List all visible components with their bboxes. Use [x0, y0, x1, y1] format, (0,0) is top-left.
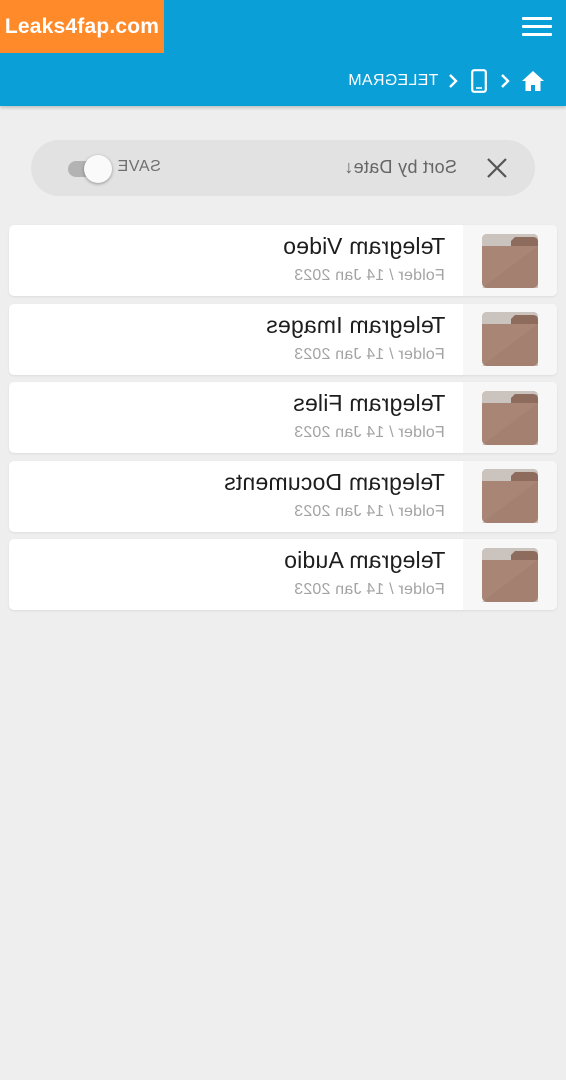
- watermark-logo: Leaks4fap.com: [0, 0, 164, 53]
- chevron-icon: [438, 68, 468, 94]
- app-bar: Leaks4fap.com TELEGRAM: [0, 0, 566, 106]
- breadcrumb-current[interactable]: TELEGRAM: [346, 72, 438, 90]
- folder-meta: Folder / 14 Jan 2023: [294, 345, 445, 363]
- home-icon[interactable]: [520, 68, 546, 94]
- phone-device-icon[interactable]: [468, 67, 490, 95]
- list-item[interactable]: Telegram Files Folder / 14 Jan 2023: [9, 382, 557, 453]
- folder-icon: [463, 539, 557, 610]
- folder-meta: Folder / 14 Jan 2023: [294, 424, 445, 441]
- sort-by-date-button[interactable]: Sort by Date↓: [344, 157, 457, 178]
- folder-icon: [463, 303, 557, 375]
- folder-name: Telegram Documents: [224, 468, 445, 495]
- hamburger-menu-icon[interactable]: [522, 12, 552, 40]
- folder-list: Telegram Video Folder / 14 Jan 2023 Tele…: [9, 225, 557, 618]
- chevron-icon: [490, 68, 520, 94]
- folder-meta: Folder / 14 Jan 2023: [294, 502, 445, 520]
- folder-name: Telegram Files: [292, 390, 445, 416]
- save-toggle[interactable]: [68, 154, 114, 183]
- list-item[interactable]: Telegram Audio Folder / 14 Jan 2023: [9, 539, 557, 610]
- folder-icon: [463, 225, 557, 296]
- list-item[interactable]: Telegram Documents Folder / 14 Jan 2023: [9, 460, 557, 532]
- list-item[interactable]: Telegram Images Folder / 14 Jan 2023: [9, 303, 557, 375]
- breadcrumb: TELEGRAM: [346, 64, 546, 98]
- folder-icon: [463, 460, 557, 532]
- folder-name: Telegram Audio: [283, 547, 445, 573]
- folder-name: Telegram Video: [282, 233, 445, 259]
- folder-name: Telegram Images: [265, 311, 445, 338]
- save-label: SAVE: [117, 158, 161, 175]
- list-item[interactable]: Telegram Video Folder / 14 Jan 2023: [9, 225, 557, 296]
- close-icon[interactable]: [483, 154, 511, 182]
- folder-icon: [463, 382, 557, 453]
- folder-meta: Folder / 14 Jan 2023: [294, 267, 445, 284]
- folder-meta: Folder / 14 Jan 2023: [294, 581, 445, 598]
- sort-bar: SAVE Sort by Date↓: [31, 140, 535, 196]
